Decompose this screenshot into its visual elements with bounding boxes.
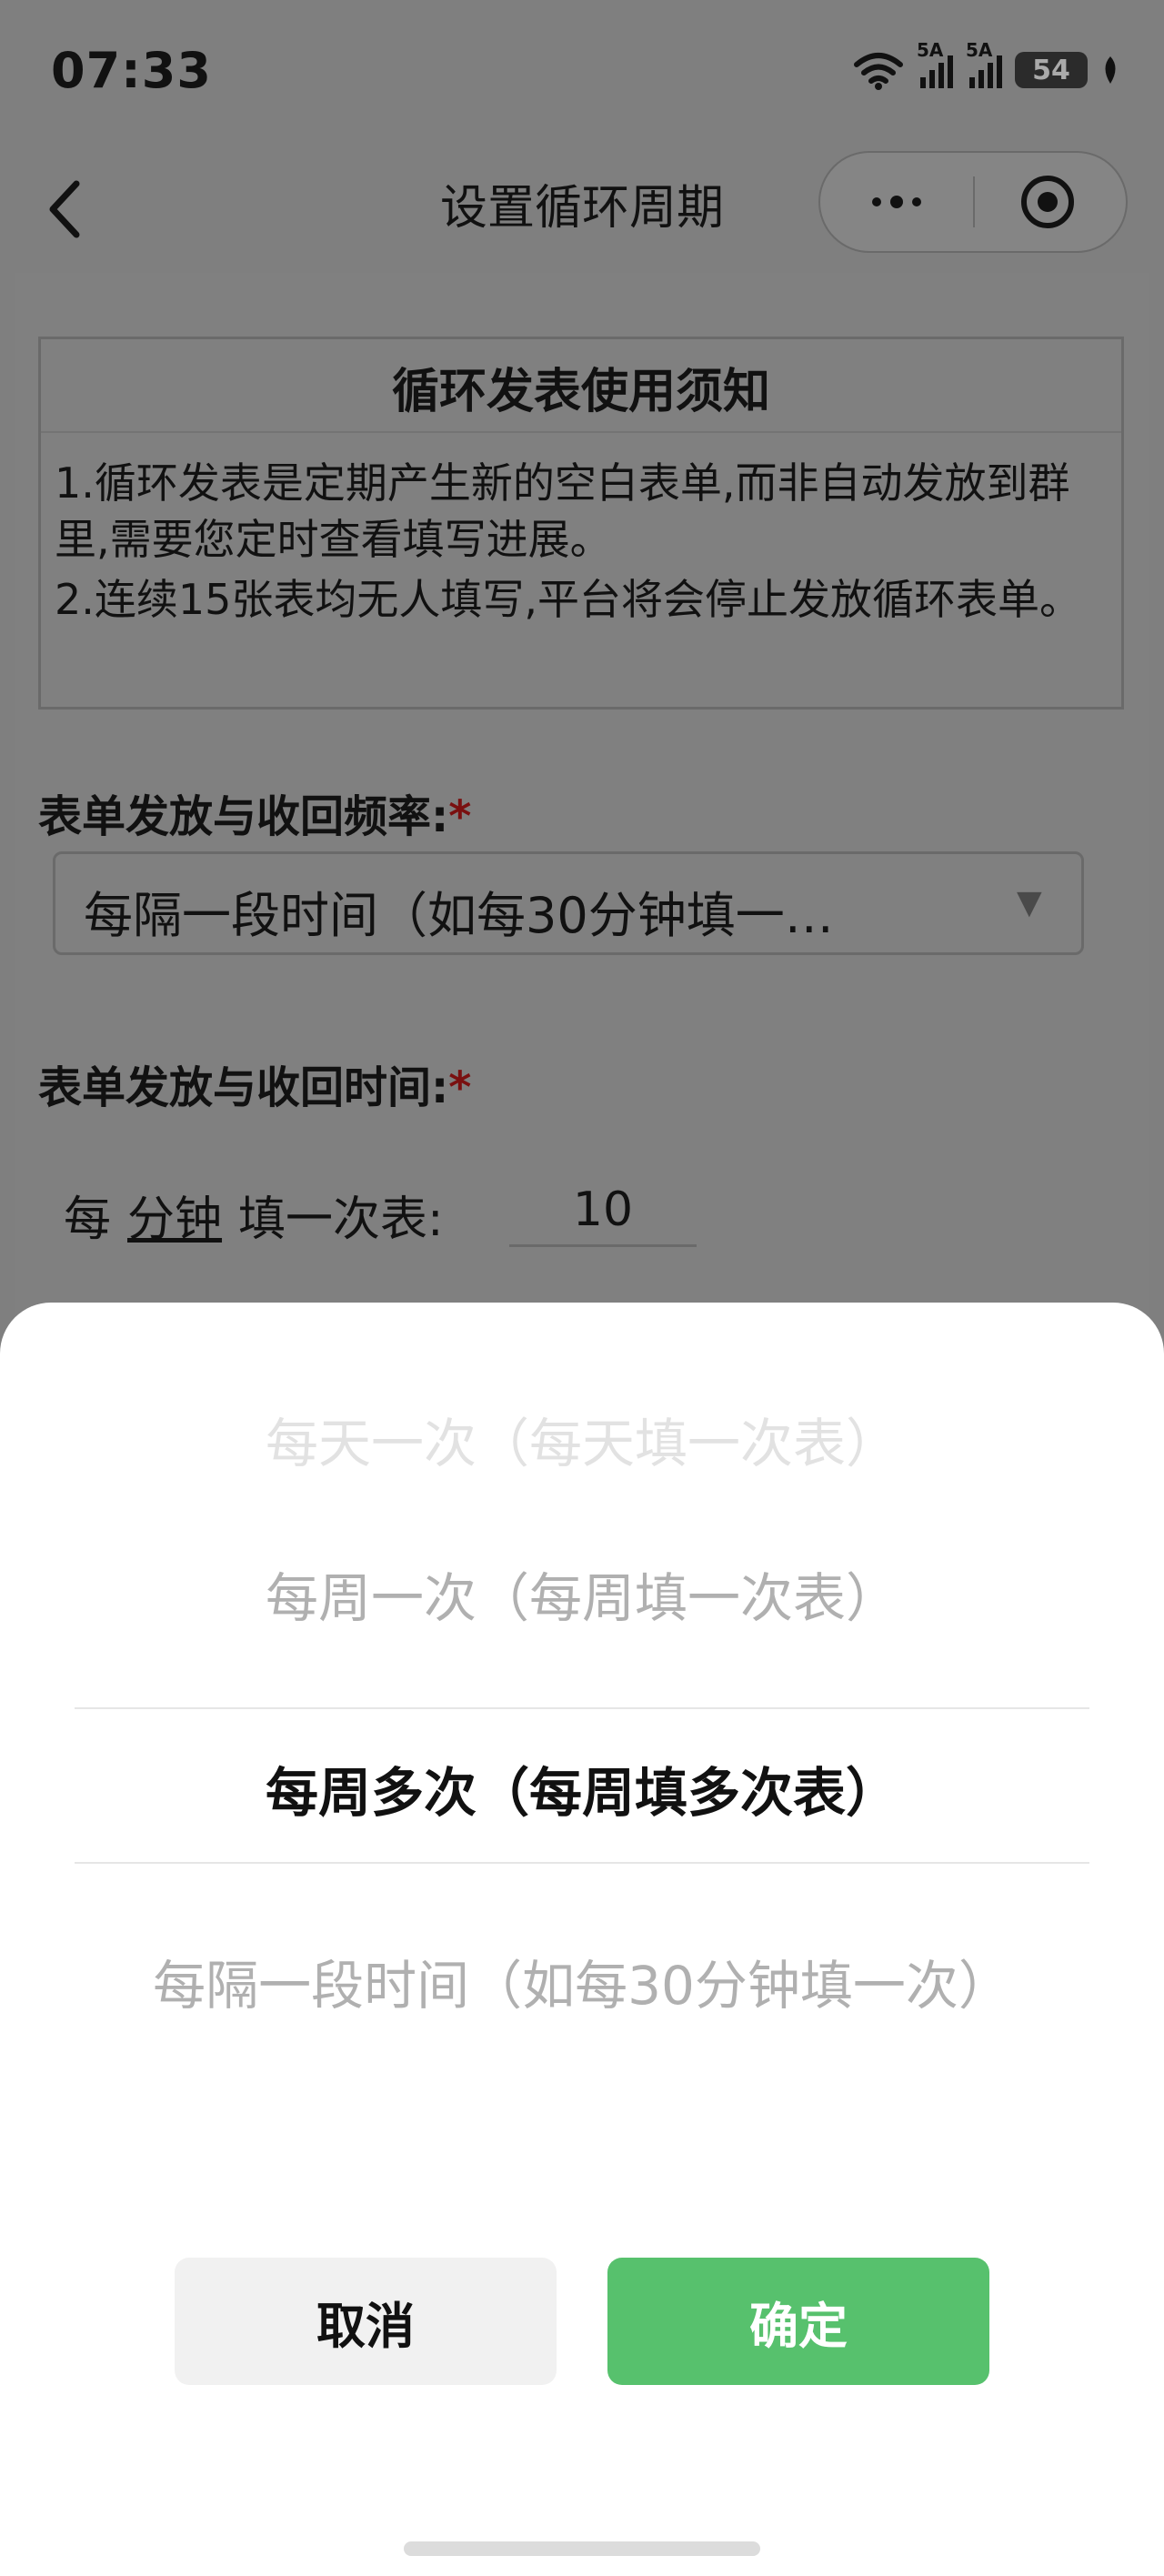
frequency-select-value: 每隔一段时间（如每30分钟填一… bbox=[84, 887, 834, 944]
picker-selection-line-bottom bbox=[75, 1862, 1089, 1864]
notice-title: 循环发表使用须知 bbox=[391, 365, 770, 419]
notice-divider bbox=[41, 431, 1121, 433]
interval-prefix: 每 bbox=[64, 1192, 112, 1247]
leaf-icon bbox=[1105, 56, 1116, 84]
picker-option-weekly-once[interactable]: 每周一次（每周填一次表） bbox=[0, 1555, 1164, 1632]
status-icons: 5A 5A 54 bbox=[853, 39, 1120, 93]
picker-selection-line-top bbox=[75, 1707, 1089, 1709]
confirm-button[interactable]: 确定 bbox=[607, 2258, 989, 2385]
time-label: 表单发放与收回时间:* bbox=[38, 1052, 471, 1115]
more-icon[interactable] bbox=[864, 184, 929, 220]
battery-icon: 54 bbox=[1015, 52, 1088, 88]
time-label-text: 表单发放与收回时间: bbox=[38, 1062, 449, 1113]
notice-text: 1.循环发表是定期产生新的空白表单,而非自动发放到群里,需要您定时查看填写进展。… bbox=[55, 455, 1109, 631]
close-program-icon[interactable] bbox=[1018, 173, 1077, 231]
required-mark: * bbox=[448, 791, 472, 842]
picker-option-daily[interactable]: 每天一次（每天填一次表） bbox=[0, 1401, 1164, 1477]
picker-option-interval[interactable]: 每隔一段时间（如每30分钟填一次） bbox=[0, 1943, 1164, 2019]
frequency-label: 表单发放与收回频率:* bbox=[38, 780, 471, 844]
notice-item-1: 1.循环发表是定期产生新的空白表单,而非自动发放到群里,需要您定时查看填写进展。 bbox=[55, 458, 1070, 564]
frequency-label-text: 表单发放与收回频率: bbox=[38, 791, 449, 842]
interval-input[interactable] bbox=[509, 1175, 697, 1247]
home-indicator[interactable] bbox=[404, 2541, 760, 2556]
dropdown-arrow-icon: ▼ bbox=[1017, 884, 1042, 921]
signal-icon-2: 5A bbox=[966, 39, 1002, 88]
mini-program-capsule bbox=[818, 151, 1128, 253]
wifi-icon bbox=[854, 53, 903, 90]
notice-item-2: 2.连续15张表均无人填写,平台将会停止发放循环表单。 bbox=[55, 575, 1082, 624]
interval-suffix: 填一次表: bbox=[238, 1192, 444, 1247]
required-mark: * bbox=[448, 1062, 472, 1113]
interval-row: 每 分钟 填一次表: bbox=[64, 1181, 444, 1249]
picker-sheet bbox=[0, 1303, 1164, 2576]
status-time: 07:33 bbox=[51, 42, 212, 99]
picker-option-weekly-multiple[interactable]: 每周多次（每周填多次表） bbox=[0, 1750, 1164, 1826]
capsule-divider bbox=[973, 176, 975, 227]
signal-label-2: 5A bbox=[966, 39, 993, 61]
signal-icon-1: 5A bbox=[917, 39, 953, 88]
interval-unit-link[interactable]: 分钟 bbox=[127, 1181, 222, 1249]
cancel-button[interactable]: 取消 bbox=[175, 2258, 557, 2385]
signal-label-1: 5A bbox=[917, 39, 944, 61]
